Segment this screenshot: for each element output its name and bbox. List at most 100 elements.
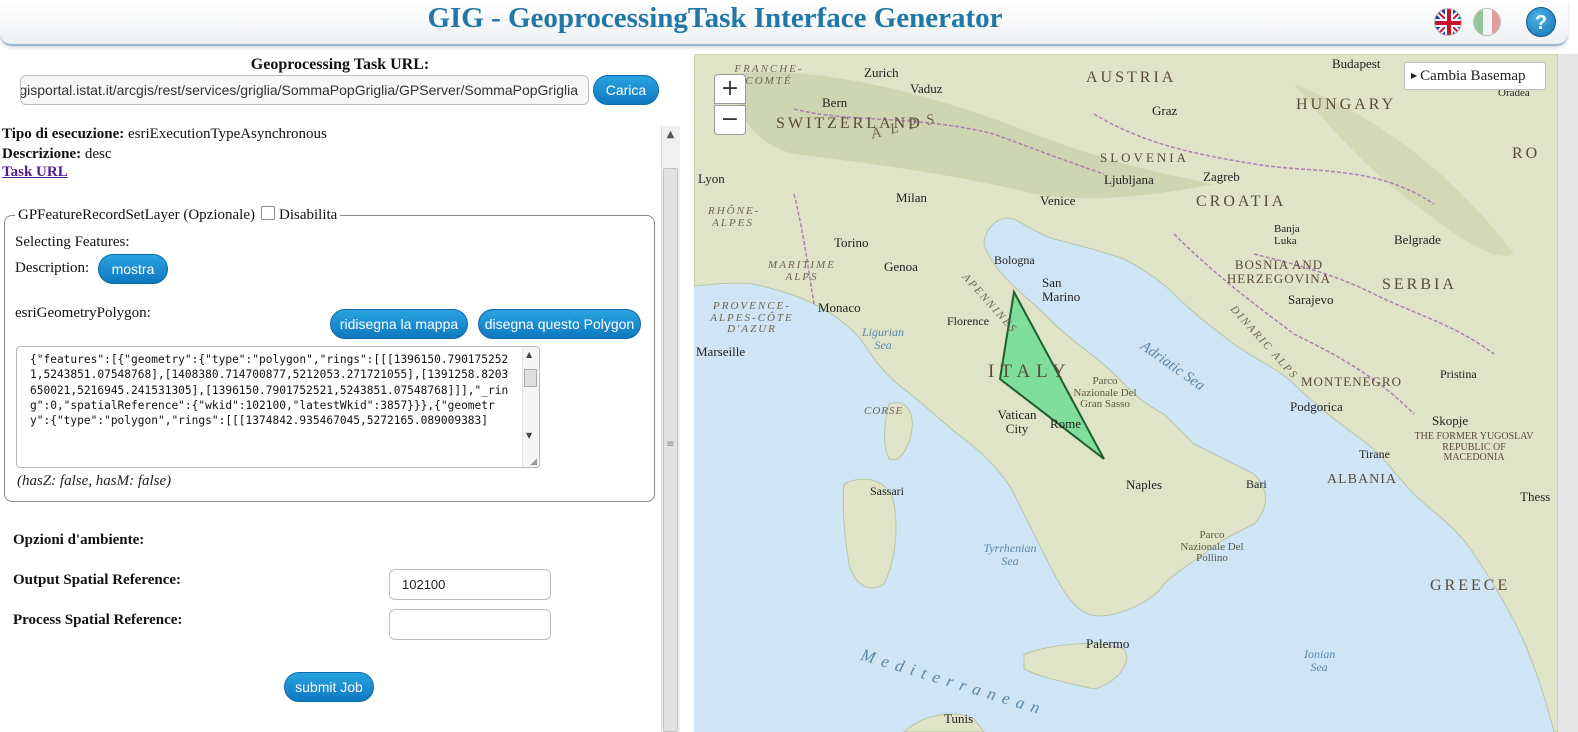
process-sr-label: Process Spatial Reference: [13,612,183,628]
resize-grip-icon[interactable]: ◢ [530,457,537,467]
description-field-label: Description: [15,260,90,276]
country-label: ITALY [988,361,1072,382]
geometry-type-label: esriGeometryPolygon: [15,305,151,321]
caret-right-icon: ▶ [1411,71,1418,80]
map-scrollbar[interactable] [1558,54,1578,732]
city-label: Vatican City [997,407,1037,436]
city-label: Torino [834,235,869,250]
submit-job-button[interactable]: submit Job [284,672,374,702]
city-label: Zurich [864,65,899,80]
features-json-text: {"features":[{"geometry":{"type":"polygo… [30,353,509,428]
city-label: Milan [896,190,928,205]
city-label: Graz [1152,103,1178,118]
region-label: MARITIME ALPS [768,259,836,283]
disable-label: Disabilita [279,207,338,223]
city-label: San Marino [1042,275,1081,304]
parameter-legend: GPFeatureRecordSetLayer (Opzionale) Disab… [15,206,341,224]
city-label: Bologna [994,253,1035,267]
scroll-up-icon[interactable]: ▲ [661,126,680,144]
region-label: CORSE [864,405,904,417]
country-label: BOSNIA AND HERZEGOVINA [1226,257,1332,286]
zoom-in-button[interactable]: + [714,74,746,104]
sea-label: Ligurian Sea [861,325,904,352]
country-label: SLOVENIA [1100,150,1189,165]
italy-flag-icon[interactable] [1473,8,1501,36]
task-url-input[interactable]: http://gisportal.istat.it/arcgis/rest/se… [20,75,589,105]
help-button[interactable]: ? [1526,7,1556,37]
description-value: desc [84,146,112,162]
task-url-value: http://gisportal.istat.it/arcgis/rest/se… [20,82,578,98]
draw-polygon-button[interactable]: disegna questo Polygon [478,309,641,339]
city-label: Sassari [870,484,904,498]
city-label: Zagreb [1203,169,1240,184]
scroll-up-icon[interactable]: ▲ [526,350,532,359]
country-label: SERBIA [1382,276,1457,293]
task-url-label: Geoprocessing Task URL: [250,56,430,73]
city-label: Ljubljana [1104,172,1154,187]
country-label: ALBANIA [1327,472,1397,487]
load-button[interactable]: Carica [593,75,659,105]
description-line: Descrizione: desc [2,146,112,163]
execution-type-line: Tipo di esecuzione: esriExecutionTypeAsy… [2,126,327,143]
city-label: Budapest [1332,56,1381,71]
uk-flag-icon[interactable] [1434,8,1462,36]
park-label: Parco Nazionale Del Gran Sasso [1073,375,1137,411]
output-sr-label: Output Spatial Reference: [13,572,182,588]
parameter-fieldset: GPFeatureRecordSetLayer (Opzionale) Disab… [4,206,655,502]
country-label: THE FORMER YUGOSLAV REPUBLIC OF MACEDONI… [1414,431,1534,463]
task-form-panel: Geoprocessing Task URL: http://gisportal… [0,48,680,732]
disable-checkbox[interactable] [261,206,275,220]
show-description-button[interactable]: mostra [98,254,168,284]
city-label: Rome [1050,416,1082,431]
city-label: Monaco [818,300,861,315]
features-json-textarea[interactable]: {"features":[{"geometry":{"type":"polygo… [16,346,540,468]
country-label: RO [1512,145,1541,162]
change-basemap-label: Cambia Basemap [1420,68,1526,84]
country-label: MONTENEGRO [1301,374,1402,389]
city-label: Florence [947,314,989,328]
city-label: Marseille [696,344,746,359]
city-label: Sarajevo [1288,292,1334,307]
city-label: Pristina [1440,367,1477,381]
country-label: HUNGARY [1296,96,1397,113]
sea-label: Ionian Sea [1304,647,1336,674]
output-sr-value: 102100 [402,577,446,592]
region-label: PROVENCE-ALPES-CÔTE D'AZUR [710,300,794,336]
app-title: GIG - GeoprocessingTask Interface Genera… [427,2,1003,34]
city-label: Venice [1040,193,1076,208]
country-label: CROATIA [1196,193,1287,210]
city-label: Belgrade [1394,232,1441,247]
city-label: Palermo [1086,636,1130,651]
scroll-grip-icon: ≡ [666,439,675,450]
selecting-features-text: Selecting Features: [15,234,130,250]
country-label: AUSTRIA [1086,69,1177,86]
city-label: Bern [822,95,848,110]
map-view[interactable]: AUSTRIA HUNGARY SWITZERLAND SLOVENIA CRO… [694,54,1558,732]
hasz-hasm-text: (hasZ: false, hasM: false) [17,473,172,489]
city-label: Podgorica [1290,399,1343,414]
scroll-down-icon[interactable]: ▼ [526,431,532,440]
city-label: Skopje [1432,413,1469,428]
output-sr-input[interactable]: 102100 [389,569,551,600]
park-label: Parco Nazionale Del Pollino [1180,529,1244,565]
zoom-out-button[interactable]: − [714,105,746,135]
change-basemap-button[interactable]: ▶ Cambia Basemap [1404,62,1546,90]
json-scrollbar[interactable]: ▲ ▼ [522,347,539,467]
description-label: Descrizione: [2,146,82,162]
city-label: Bari [1246,477,1267,491]
task-url-link[interactable]: Task URL [2,164,68,181]
redraw-map-button[interactable]: ridisegna la mappa [330,309,468,339]
city-label: Genoa [884,259,918,274]
process-sr-input[interactable] [389,609,551,640]
execution-type-value: esriExecutionTypeAsynchronous [127,126,327,142]
form-scroll-area: Tipo di esecuzione: esriExecutionTypeAsy… [0,126,680,732]
app-header: GIG - GeoprocessingTask Interface Genera… [0,0,1568,46]
json-scroll-thumb[interactable] [524,369,537,387]
region-label: RHÔNE-ALPES [708,205,761,229]
city-label: Tunis [944,711,974,726]
parameter-legend-text: GPFeatureRecordSetLayer (Opzionale) [18,207,255,223]
city-label: Tirane [1359,447,1390,461]
city-label: Banja Luka [1274,223,1300,247]
city-label: Vaduz [910,81,943,96]
city-label: Lyon [698,171,725,186]
